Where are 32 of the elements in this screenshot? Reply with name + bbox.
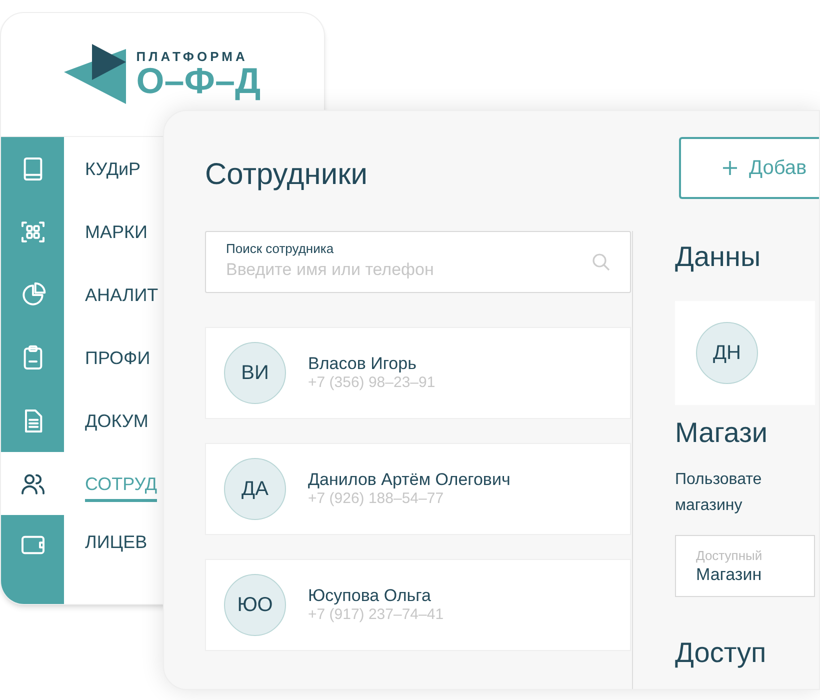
search-icon xyxy=(592,253,610,271)
avatar: ДА xyxy=(224,458,286,520)
search-input[interactable]: Введите имя или телефон xyxy=(226,257,566,283)
menu-item[interactable]: АНАЛИТ xyxy=(85,286,158,304)
plus-icon xyxy=(723,161,737,175)
search-field[interactable]: Поиск сотрудника Введите имя или телефон xyxy=(205,231,631,293)
description-text: Пользовате магазину xyxy=(675,470,763,516)
menu-item[interactable]: КУДиР xyxy=(85,160,141,178)
employee-name: Юсупова Ольга xyxy=(308,585,432,606)
employee-phone: +7 (926) 188–54–77 xyxy=(308,490,445,509)
menu-item[interactable]: ПРОФИ xyxy=(85,348,150,366)
menu-item[interactable]: ДОКУМ xyxy=(85,412,148,430)
page-title: Сотрудники xyxy=(205,160,368,190)
avatar: ЮО xyxy=(224,574,286,636)
employee-card[interactable]: ЮО Юсупова Ольга +7 (917) 237–74–41 xyxy=(205,559,631,651)
field-label: Поиск сотрудника xyxy=(226,241,335,258)
section-heading: Магази xyxy=(675,419,769,447)
employee-name: Данилов Артём Олегович xyxy=(308,469,510,490)
avatar: ДН xyxy=(696,322,758,384)
logo-text: О–Ф–Д xyxy=(136,63,261,99)
menu-item[interactable]: МАРКИ xyxy=(85,222,148,240)
section-heading: Доступ xyxy=(675,639,768,667)
employee-card[interactable]: ВИ Власов Игорь +7 (356) 98–23–91 xyxy=(205,327,631,419)
employee-name: Власов Игорь xyxy=(308,353,418,374)
employee-card[interactable]: ДА Данилов Артём Олегович +7 (926) 188–54–77 xyxy=(205,443,631,535)
menu-item[interactable]: ЛИЦЕВ xyxy=(85,533,148,551)
logo-text: ПЛАТФОРМА xyxy=(136,50,249,63)
employee-phone: +7 (356) 98–23–91 xyxy=(308,374,436,393)
avatar: ВИ xyxy=(224,342,286,404)
section-heading: Данны xyxy=(675,243,762,271)
employee-phone: +7 (917) 237–74–41 xyxy=(308,606,444,625)
store-field[interactable]: Доступный Магазин xyxy=(675,535,815,597)
